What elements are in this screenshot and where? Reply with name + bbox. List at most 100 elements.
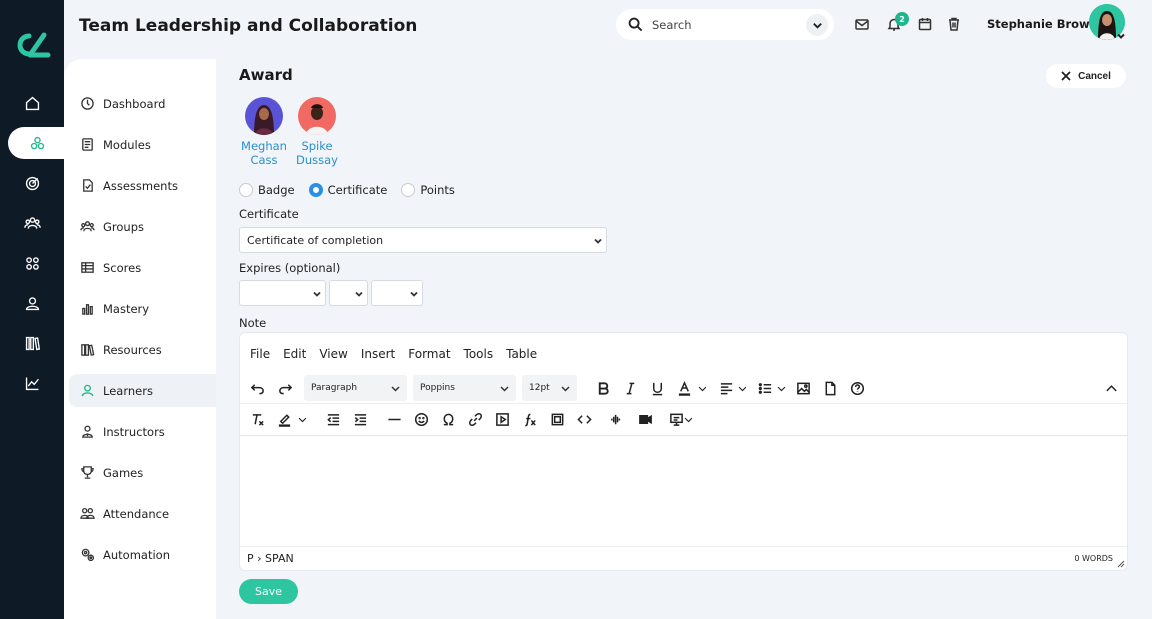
trash-icon[interactable] (946, 16, 962, 32)
radio-indicator[interactable] (239, 183, 253, 197)
expires-year-select[interactable] (371, 280, 423, 306)
search-bar[interactable]: Search (616, 9, 834, 40)
bullet-list-chevron-icon[interactable] (774, 377, 788, 399)
expires-month-select[interactable] (239, 280, 326, 306)
menu-insert[interactable]: Insert (361, 347, 395, 361)
outdent-icon[interactable] (322, 408, 344, 430)
learner-first-name: Spike (301, 139, 333, 153)
search-input[interactable]: Search (652, 18, 692, 32)
bold-icon[interactable] (592, 377, 614, 399)
expires-day-select[interactable] (329, 280, 368, 306)
calendar-icon[interactable] (917, 16, 933, 32)
rail-home-icon[interactable] (0, 87, 64, 119)
word-count[interactable]: 0 WORDS (1074, 554, 1113, 563)
highlight-chevron-icon[interactable] (295, 408, 309, 430)
radio-certificate[interactable]: Certificate (308, 183, 387, 197)
menu-tools[interactable]: Tools (464, 347, 494, 361)
nav-item-modules[interactable]: Modules (69, 128, 216, 161)
help-icon[interactable] (846, 377, 868, 399)
element-path[interactable]: P › SPAN (247, 552, 294, 565)
indent-icon[interactable] (349, 408, 371, 430)
learner-card[interactable]: Spike Dussay (287, 97, 347, 167)
nav-item-resources[interactable]: Resources (69, 333, 216, 366)
nav-item-mastery[interactable]: Mastery (69, 292, 216, 325)
radio-points[interactable]: Points (401, 183, 455, 197)
media-icon[interactable] (491, 408, 513, 430)
horizontal-line-icon[interactable] (383, 408, 405, 430)
voice-icon[interactable] (606, 408, 628, 430)
presentation-chevron-icon[interactable] (681, 408, 695, 430)
menu-view[interactable]: View (319, 347, 347, 361)
radio-badge[interactable]: Badge (239, 183, 295, 197)
block-format-value: Paragraph (311, 383, 358, 393)
menu-file[interactable]: File (250, 347, 270, 361)
rail-library-icon[interactable] (0, 327, 64, 359)
cancel-button[interactable]: Cancel (1046, 64, 1126, 88)
document-icon[interactable] (819, 377, 841, 399)
formula-icon[interactable] (518, 408, 540, 430)
radio-indicator[interactable] (308, 183, 323, 197)
nav-item-learners[interactable]: Learners (69, 374, 216, 407)
nav-item-instructors[interactable]: Instructors (69, 415, 216, 448)
font-size-select[interactable]: 12pt (522, 375, 577, 401)
table-grid-icon[interactable] (546, 408, 568, 430)
rail-user-icon[interactable] (0, 287, 64, 319)
menu-edit[interactable]: Edit (283, 347, 306, 361)
font-family-select[interactable]: Poppins (413, 375, 516, 401)
nav-item-games[interactable]: Games (69, 456, 216, 489)
expires-label: Expires (optional) (239, 261, 341, 275)
learner-card[interactable]: Meghan Cass (234, 97, 294, 167)
nav-label: Mastery (103, 301, 150, 316)
rail-groups-icon[interactable] (0, 207, 64, 239)
code-icon[interactable] (573, 408, 595, 430)
underline-icon[interactable] (646, 377, 668, 399)
font-size-value: 12pt (529, 383, 550, 393)
search-dropdown-button[interactable] (806, 14, 828, 36)
redo-icon[interactable] (274, 377, 296, 399)
user-menu-chevron-icon[interactable] (1116, 30, 1126, 40)
resize-handle-icon[interactable] (1117, 560, 1125, 568)
certificate-select[interactable]: Certificate of completion (239, 227, 607, 253)
editor-content-area[interactable] (240, 436, 1127, 546)
nav-label: Games (103, 465, 144, 480)
nav-item-assessments[interactable]: Assessments (69, 169, 216, 202)
nav-item-scores[interactable]: Scores (69, 251, 216, 284)
nav-label: Modules (103, 137, 151, 152)
rail-chart-icon[interactable] (0, 367, 64, 399)
nav-label: Scores (103, 260, 142, 275)
page-title: Team Leadership and Collaboration (79, 16, 418, 36)
radio-indicator[interactable] (401, 183, 416, 197)
collapse-toolbar-icon[interactable] (1100, 377, 1122, 399)
rail-apps-icon[interactable] (0, 247, 64, 279)
nav-item-dashboard[interactable]: Dashboard (69, 87, 216, 120)
mail-icon[interactable] (854, 16, 870, 32)
text-color-chevron-icon[interactable] (695, 377, 709, 399)
text-color-icon[interactable] (673, 377, 695, 399)
block-format-select[interactable]: Paragraph (304, 375, 407, 401)
nav-item-automation[interactable]: Automation (69, 538, 216, 571)
mastery-icon (82, 304, 93, 315)
video-icon[interactable] (634, 408, 656, 430)
user-name[interactable]: Stephanie Brown (987, 17, 1098, 31)
clear-formatting-icon[interactable] (246, 408, 268, 430)
menu-format[interactable]: Format (408, 347, 450, 361)
special-character-icon[interactable] (437, 408, 459, 430)
undo-icon[interactable] (246, 377, 268, 399)
italic-icon[interactable] (619, 377, 641, 399)
image-icon[interactable] (792, 377, 814, 399)
align-icon[interactable] (715, 377, 737, 399)
menu-table[interactable]: Table (506, 347, 537, 361)
automation-icon (81, 548, 95, 562)
rail-modules-icon[interactable] (8, 127, 66, 159)
bullet-list-icon[interactable] (754, 377, 776, 399)
save-button[interactable]: Save (239, 579, 298, 604)
highlight-icon[interactable] (273, 408, 295, 430)
app-logo[interactable] (12, 30, 52, 60)
modules-icon (82, 138, 93, 151)
nav-item-groups[interactable]: Groups (69, 210, 216, 243)
link-icon[interactable] (464, 408, 486, 430)
nav-item-attendance[interactable]: Attendance (69, 497, 216, 530)
emoji-icon[interactable] (410, 408, 432, 430)
rail-target-icon[interactable] (0, 167, 64, 199)
align-chevron-icon[interactable] (735, 377, 749, 399)
